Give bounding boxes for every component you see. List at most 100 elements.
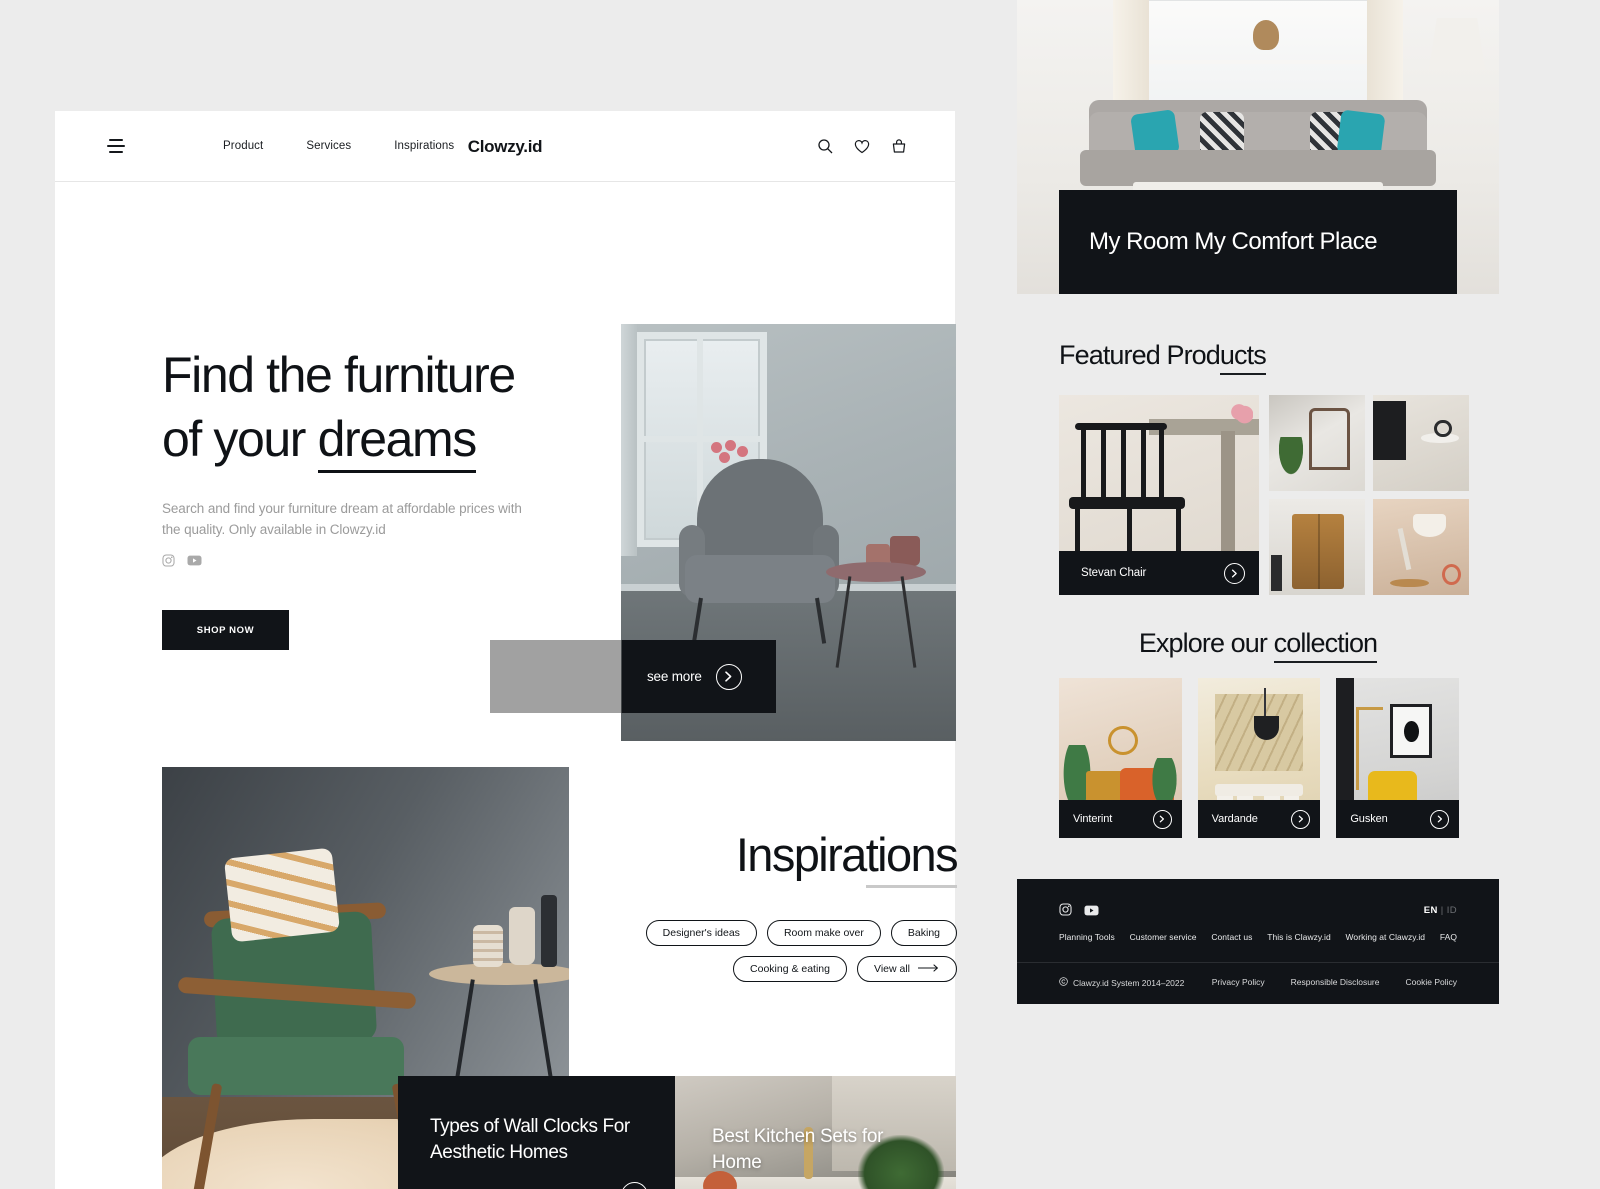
collection-card-label: Vinterint (1059, 800, 1182, 838)
page-canvas: Product Services Inspirations Clowzy.id (0, 0, 1600, 1189)
tag-view-all[interactable]: View all (857, 956, 957, 982)
footer-link-row: Planning Tools Customer service Contact … (1059, 932, 1457, 942)
footer-link-contact-us[interactable]: Contact us (1211, 932, 1252, 942)
tag-cooking-and-eating[interactable]: Cooking & eating (733, 956, 847, 982)
featured-product-label: Stevan Chair (1059, 551, 1259, 595)
footer-link-responsible-disclosure[interactable]: Responsible Disclosure (1291, 977, 1380, 987)
main-content-card: Product Services Inspirations Clowzy.id (55, 111, 959, 1189)
collection-heading: Explore our collection (1138, 628, 1378, 663)
hamburger-icon[interactable] (107, 139, 125, 153)
collection-card-vardande[interactable]: Vardande (1197, 678, 1321, 838)
footer-link-this-is-clawzy[interactable]: This is Clawzy.id (1267, 932, 1331, 942)
shop-now-button[interactable]: SHOP NOW (162, 610, 289, 650)
language-other[interactable]: ID (1447, 905, 1457, 916)
article-card-wall-clocks[interactable]: Types of Wall Clocks For Aesthetic Homes (398, 1076, 675, 1189)
inspirations-title-pre: Inspira (735, 828, 867, 881)
featured-thumb-clothes-rack[interactable] (1269, 395, 1365, 491)
collection-card-vinterint[interactable]: Vinterint (1059, 678, 1182, 838)
chevron-right-icon[interactable] (1224, 562, 1245, 584)
chevron-right-icon[interactable] (1152, 809, 1172, 829)
featured-products-heading: Featured Products (1059, 340, 1267, 375)
copyright: Clawzy.id System 2014–2022 (1059, 977, 1184, 988)
youtube-icon[interactable] (1084, 903, 1099, 921)
hero-copy: Find the furniture of your dreams Search… (162, 343, 602, 567)
banner-caption: My Room My Comfort Place (1059, 190, 1457, 294)
featured-product-main[interactable]: Stevan Chair (1059, 395, 1259, 595)
chevron-right-icon[interactable] (1430, 809, 1450, 829)
chevron-right-icon[interactable] (1291, 809, 1311, 829)
collection-card-gusken[interactable]: Gusken (1336, 678, 1460, 838)
footer-legal-links: Privacy Policy Responsible Disclosure Co… (1212, 977, 1457, 987)
footer-link-cookie-policy[interactable]: Cookie Policy (1406, 977, 1458, 987)
banner-my-room: My Room My Comfort Place (1017, 0, 1499, 294)
inspirations-section: Inspirations Designer's ideas Room make … (595, 827, 959, 982)
hero-title-emphasis: dreams (317, 411, 477, 473)
hero-title-line-2-pre: of your (162, 411, 318, 467)
footer-social-links (1059, 903, 1099, 921)
collection-heading-wrap: Explore our collection (1017, 628, 1499, 663)
instagram-icon[interactable] (162, 554, 175, 567)
collection-title-emphasis: collection (1273, 628, 1378, 663)
featured-thumb-wardrobe[interactable] (1269, 499, 1365, 595)
banner-title: My Room My Comfort Place (1089, 228, 1378, 255)
collection-grid: Vinterint Vardande Gusken (1059, 678, 1460, 838)
page-title: Find the furniture of your dreams (162, 343, 602, 473)
see-more-button[interactable]: see more (622, 640, 776, 713)
featured-thumb-bedside-table[interactable] (1373, 395, 1469, 491)
article-card-kitchen-sets[interactable]: Best Kitchen Sets for Home (675, 1076, 956, 1189)
chevron-right-icon[interactable] (621, 1182, 648, 1189)
copyright-text: Clawzy.id System 2014–2022 (1073, 977, 1185, 988)
inspiration-tag-list: Designer's ideas Room make over Baking C… (595, 920, 957, 982)
search-icon[interactable] (817, 138, 833, 154)
nav-item-services[interactable]: Services (306, 140, 351, 152)
nav-item-inspirations[interactable]: Inspirations (394, 140, 454, 152)
collection-card-name: Vardande (1211, 813, 1258, 825)
footer-link-faq[interactable]: FAQ (1440, 932, 1457, 942)
featured-title-pre: Featured Prod (1059, 340, 1221, 370)
youtube-icon[interactable] (187, 555, 202, 566)
footer-link-planning-tools[interactable]: Planning Tools (1059, 932, 1115, 942)
arrow-right-icon (918, 963, 940, 975)
collection-card-label: Gusken (1336, 800, 1460, 838)
tag-label: Room make over (783, 927, 864, 939)
nav-item-product[interactable]: Product (223, 140, 263, 152)
header-actions (817, 138, 907, 154)
hero-subtitle: Search and find your furniture dream at … (162, 501, 522, 537)
inspirations-title-emphasis: tions (865, 828, 959, 888)
collection-card-name: Vinterint (1073, 813, 1113, 825)
collection-card-label: Vardande (1197, 800, 1321, 838)
footer-link-privacy-policy[interactable]: Privacy Policy (1212, 977, 1265, 987)
language-active[interactable]: EN (1424, 905, 1438, 916)
see-more-label: see more (647, 669, 702, 684)
footer-bottom: Clawzy.id System 2014–2022 Privacy Polic… (1017, 963, 1499, 1003)
copyright-icon (1059, 977, 1068, 988)
site-footer: EN | ID Planning Tools Customer service … (1017, 879, 1499, 1004)
collection-title-pre: Explore our (1138, 628, 1274, 658)
footer-link-working-at-clawzy[interactable]: Working at Clawzy.id (1346, 932, 1426, 942)
tag-room-make-over[interactable]: Room make over (766, 920, 881, 946)
footer-top: EN | ID Planning Tools Customer service … (1017, 879, 1499, 963)
tag-baking[interactable]: Baking (890, 920, 957, 946)
featured-product-name: Stevan Chair (1081, 567, 1147, 579)
article-card-title: Types of Wall Clocks For Aesthetic Homes (430, 1116, 630, 1163)
tag-label: View all (874, 963, 910, 975)
language-separator: | (1437, 905, 1447, 916)
featured-thumb-desk-lamp[interactable] (1373, 499, 1469, 595)
brand-logo[interactable]: Clowzy.id (468, 137, 543, 157)
chevron-right-icon (715, 663, 742, 690)
bag-icon[interactable] (891, 138, 907, 154)
tag-label: Designer's ideas (662, 927, 740, 939)
tag-designers-ideas[interactable]: Designer's ideas (645, 920, 757, 946)
instagram-icon[interactable] (1059, 903, 1072, 921)
hero-social-links (162, 554, 602, 567)
language-switcher[interactable]: EN | ID (1424, 905, 1457, 916)
inspirations-title: Inspirations (735, 827, 959, 888)
footer-link-customer-service[interactable]: Customer service (1130, 932, 1197, 942)
right-panel: My Room My Comfort Place Featured Produc… (1017, 0, 1499, 1004)
collection-card-name: Gusken (1350, 813, 1388, 825)
article-card-title: Best Kitchen Sets for Home (712, 1126, 884, 1173)
hero-title-line-1: Find the furniture (162, 347, 516, 403)
heart-icon[interactable] (854, 139, 870, 154)
featured-products-grid: Stevan Chair (1059, 395, 1469, 595)
site-header: Product Services Inspirations Clowzy.id (55, 111, 955, 182)
